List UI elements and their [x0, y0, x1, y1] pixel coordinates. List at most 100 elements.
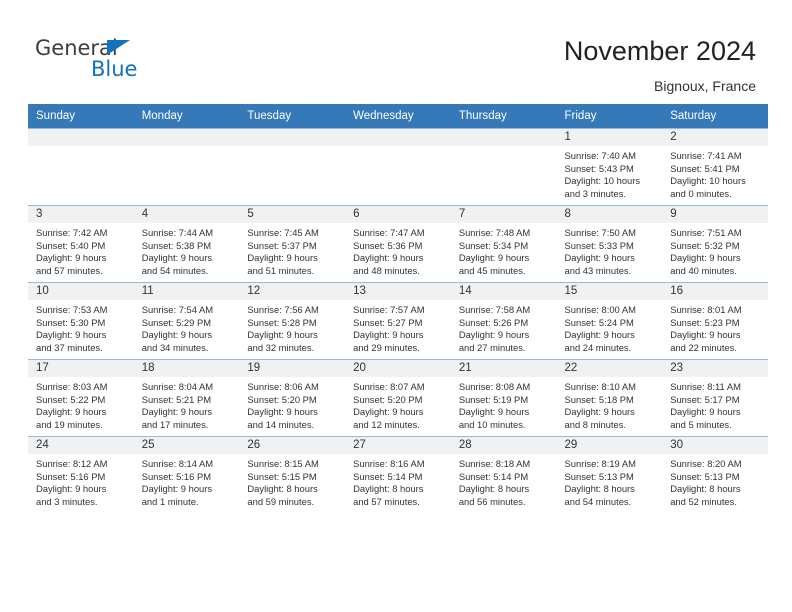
calendar-day-cell[interactable]: 9 Sunrise: 7:51 AM Sunset: 5:32 PM Daylight…	[662, 205, 768, 283]
weekday-header-monday: Monday	[133, 104, 240, 129]
day-number: 7	[450, 206, 557, 223]
calendar-day-cell[interactable]: 14 Sunrise: 7:58 AM Sunset: 5:26 PM Dayligh…	[450, 282, 557, 360]
calendar-day-cell[interactable]: 28 Sunrise: 8:18 AM Sunset: 5:14 PM Dayligh…	[450, 436, 557, 513]
sunrise-time: Sunrise: 7:50 AM	[564, 227, 636, 238]
daylight-duration-line2: and 54 minutes.	[141, 264, 209, 276]
day-details: Sunrise: 8:15 AM Sunset: 5:15 PM Daylight:…	[239, 454, 345, 508]
daylight-duration-line2: and 8 minutes.	[564, 418, 627, 430]
sunrise-time: Sunrise: 8:00 AM	[564, 304, 636, 315]
sunrise-time: Sunrise: 7:56 AM	[247, 304, 319, 315]
daylight-duration-line1: Daylight: 9 hours	[458, 252, 530, 264]
day-number: 22	[556, 360, 663, 377]
day-number: 29	[556, 437, 663, 454]
weekday-header-row: Sunday Monday Tuesday Wednesday Thursday…	[28, 104, 768, 129]
calendar-day-cell[interactable]: 29 Sunrise: 8:19 AM Sunset: 5:13 PM Dayligh…	[556, 436, 663, 513]
calendar-day-cell[interactable]: 18 Sunrise: 8:04 AM Sunset: 5:21 PM Dayligh…	[133, 359, 240, 437]
daylight-duration-line1: Daylight: 8 hours	[458, 483, 530, 495]
calendar-day-cell[interactable]: 1 Sunrise: 7:40 AM Sunset: 5:43 PM Daylight…	[556, 128, 663, 206]
sunset-time: Sunset: 5:16 PM	[36, 470, 106, 482]
sunset-time: Sunset: 5:26 PM	[458, 316, 529, 328]
day-number: 25	[133, 437, 240, 454]
sunrise-time: Sunrise: 8:10 AM	[564, 381, 636, 392]
daylight-duration-line1: Daylight: 9 hours	[670, 329, 741, 341]
calendar-day-cell[interactable]: 3 Sunrise: 7:42 AM Sunset: 5:40 PM Daylight…	[28, 205, 134, 283]
calendar-day-cell[interactable]: 24 Sunrise: 8:12 AM Sunset: 5:16 PM Dayligh…	[28, 436, 134, 513]
sunset-time: Sunset: 5:22 PM	[36, 393, 106, 405]
daylight-duration-line1: Daylight: 10 hours	[670, 175, 746, 187]
weekday-header-tuesday: Tuesday	[239, 104, 346, 129]
sunset-time: Sunset: 5:38 PM	[141, 239, 212, 251]
day-number: 21	[450, 360, 557, 377]
day-number: 10	[28, 283, 134, 300]
day-details: Sunrise: 8:07 AM Sunset: 5:20 PM Daylight:…	[345, 377, 451, 431]
day-number: 23	[662, 360, 768, 377]
day-number: 20	[345, 360, 451, 377]
sunrise-time: Sunrise: 7:44 AM	[141, 227, 214, 238]
calendar-day-cell[interactable]: 5 Sunrise: 7:45 AM Sunset: 5:37 PM Daylight…	[239, 205, 346, 283]
calendar-day-cell[interactable]: 20 Sunrise: 8:07 AM Sunset: 5:20 PM Dayligh…	[345, 359, 451, 437]
calendar-week-row: 3 Sunrise: 7:42 AM Sunset: 5:40 PM Daylight…	[28, 205, 768, 283]
day-number	[28, 129, 134, 146]
sunset-time: Sunset: 5:43 PM	[564, 162, 634, 174]
daylight-duration-line2: and 3 minutes.	[564, 187, 627, 199]
sunrise-time: Sunrise: 7:58 AM	[458, 304, 531, 315]
calendar-day-cell[interactable]: 15 Sunrise: 8:00 AM Sunset: 5:24 PM Dayligh…	[556, 282, 663, 360]
day-number: 2	[662, 129, 768, 146]
general-blue-logo[interactable]: General Blue	[35, 36, 255, 88]
sunset-time: Sunset: 5:16 PM	[141, 470, 212, 482]
daylight-duration-line1: Daylight: 9 hours	[36, 252, 107, 264]
day-number: 14	[450, 283, 557, 300]
calendar-day-cell[interactable]: 7 Sunrise: 7:48 AM Sunset: 5:34 PM Daylight…	[450, 205, 557, 283]
sunset-time: Sunset: 5:27 PM	[353, 316, 423, 328]
sunset-time: Sunset: 5:36 PM	[353, 239, 423, 251]
sunrise-time: Sunrise: 7:53 AM	[36, 304, 108, 315]
calendar-day-cell[interactable]: 27 Sunrise: 8:16 AM Sunset: 5:14 PM Dayligh…	[345, 436, 451, 513]
calendar-day-cell[interactable]: 2 Sunrise: 7:41 AM Sunset: 5:41 PM Daylight…	[662, 128, 768, 206]
calendar-day-cell-empty	[133, 128, 240, 206]
day-details: Sunrise: 7:50 AM Sunset: 5:33 PM Daylight:…	[557, 223, 663, 277]
day-number: 8	[556, 206, 663, 223]
day-details: Sunrise: 7:51 AM Sunset: 5:32 PM Daylight:…	[662, 223, 768, 277]
calendar-day-cell[interactable]: 25 Sunrise: 8:14 AM Sunset: 5:16 PM Dayligh…	[133, 436, 240, 513]
daylight-duration-line2: and 17 minutes.	[141, 418, 209, 430]
calendar-day-cell[interactable]: 17 Sunrise: 8:03 AM Sunset: 5:22 PM Dayligh…	[28, 359, 134, 437]
calendar-day-cell[interactable]: 10 Sunrise: 7:53 AM Sunset: 5:30 PM Dayligh…	[28, 282, 134, 360]
calendar-day-cell[interactable]: 22 Sunrise: 8:10 AM Sunset: 5:18 PM Dayligh…	[556, 359, 663, 437]
day-number: 27	[345, 437, 451, 454]
calendar-day-cell[interactable]: 12 Sunrise: 7:56 AM Sunset: 5:28 PM Dayligh…	[239, 282, 346, 360]
sunrise-time: Sunrise: 7:47 AM	[353, 227, 425, 238]
daylight-duration-line2: and 19 minutes.	[36, 418, 103, 430]
calendar-day-cell[interactable]: 4 Sunrise: 7:44 AM Sunset: 5:38 PM Daylight…	[133, 205, 240, 283]
sunrise-time: Sunrise: 7:51 AM	[670, 227, 742, 238]
sunrise-time: Sunrise: 8:18 AM	[458, 458, 531, 469]
calendar-day-cell[interactable]: 19 Sunrise: 8:06 AM Sunset: 5:20 PM Dayligh…	[239, 359, 346, 437]
calendar-day-cell[interactable]: 26 Sunrise: 8:15 AM Sunset: 5:15 PM Dayligh…	[239, 436, 346, 513]
day-details: Sunrise: 7:58 AM Sunset: 5:26 PM Daylight:…	[451, 300, 557, 354]
calendar-day-cell[interactable]: 30 Sunrise: 8:20 AM Sunset: 5:13 PM Dayligh…	[662, 436, 768, 513]
day-number	[345, 129, 451, 146]
logo-text-blue: Blue	[91, 57, 138, 81]
day-number: 18	[133, 360, 240, 377]
calendar-day-cell[interactable]: 23 Sunrise: 8:11 AM Sunset: 5:17 PM Dayligh…	[662, 359, 768, 437]
calendar-day-cell[interactable]: 8 Sunrise: 7:50 AM Sunset: 5:33 PM Daylight…	[556, 205, 663, 283]
sunrise-time: Sunrise: 7:42 AM	[36, 227, 108, 238]
sunrise-time: Sunrise: 8:07 AM	[353, 381, 425, 392]
daylight-duration-line1: Daylight: 9 hours	[36, 483, 107, 495]
calendar-day-cell[interactable]: 6 Sunrise: 7:47 AM Sunset: 5:36 PM Daylight…	[345, 205, 451, 283]
sunrise-time: Sunrise: 7:45 AM	[247, 227, 319, 238]
daylight-duration-line1: Daylight: 9 hours	[564, 329, 635, 341]
calendar-day-cell[interactable]: 16 Sunrise: 8:01 AM Sunset: 5:23 PM Dayligh…	[662, 282, 768, 360]
sunrise-time: Sunrise: 8:04 AM	[141, 381, 214, 392]
sunrise-time: Sunrise: 8:11 AM	[670, 381, 741, 392]
day-details: Sunrise: 7:57 AM Sunset: 5:27 PM Daylight:…	[345, 300, 451, 354]
calendar-day-cell[interactable]: 21 Sunrise: 8:08 AM Sunset: 5:19 PM Dayligh…	[450, 359, 557, 437]
sunrise-time: Sunrise: 7:54 AM	[141, 304, 214, 315]
sunrise-time: Sunrise: 8:14 AM	[141, 458, 214, 469]
sunrise-time: Sunrise: 8:03 AM	[36, 381, 108, 392]
calendar-day-cell[interactable]: 11 Sunrise: 7:54 AM Sunset: 5:29 PM Dayligh…	[133, 282, 240, 360]
day-number: 19	[239, 360, 346, 377]
calendar-day-cell[interactable]: 13 Sunrise: 7:57 AM Sunset: 5:27 PM Dayligh…	[345, 282, 451, 360]
day-details: Sunrise: 7:41 AM Sunset: 5:41 PM Daylight:…	[662, 146, 768, 200]
daylight-duration-line2: and 10 minutes.	[458, 418, 526, 430]
daylight-duration-line1: Daylight: 9 hours	[36, 406, 107, 418]
